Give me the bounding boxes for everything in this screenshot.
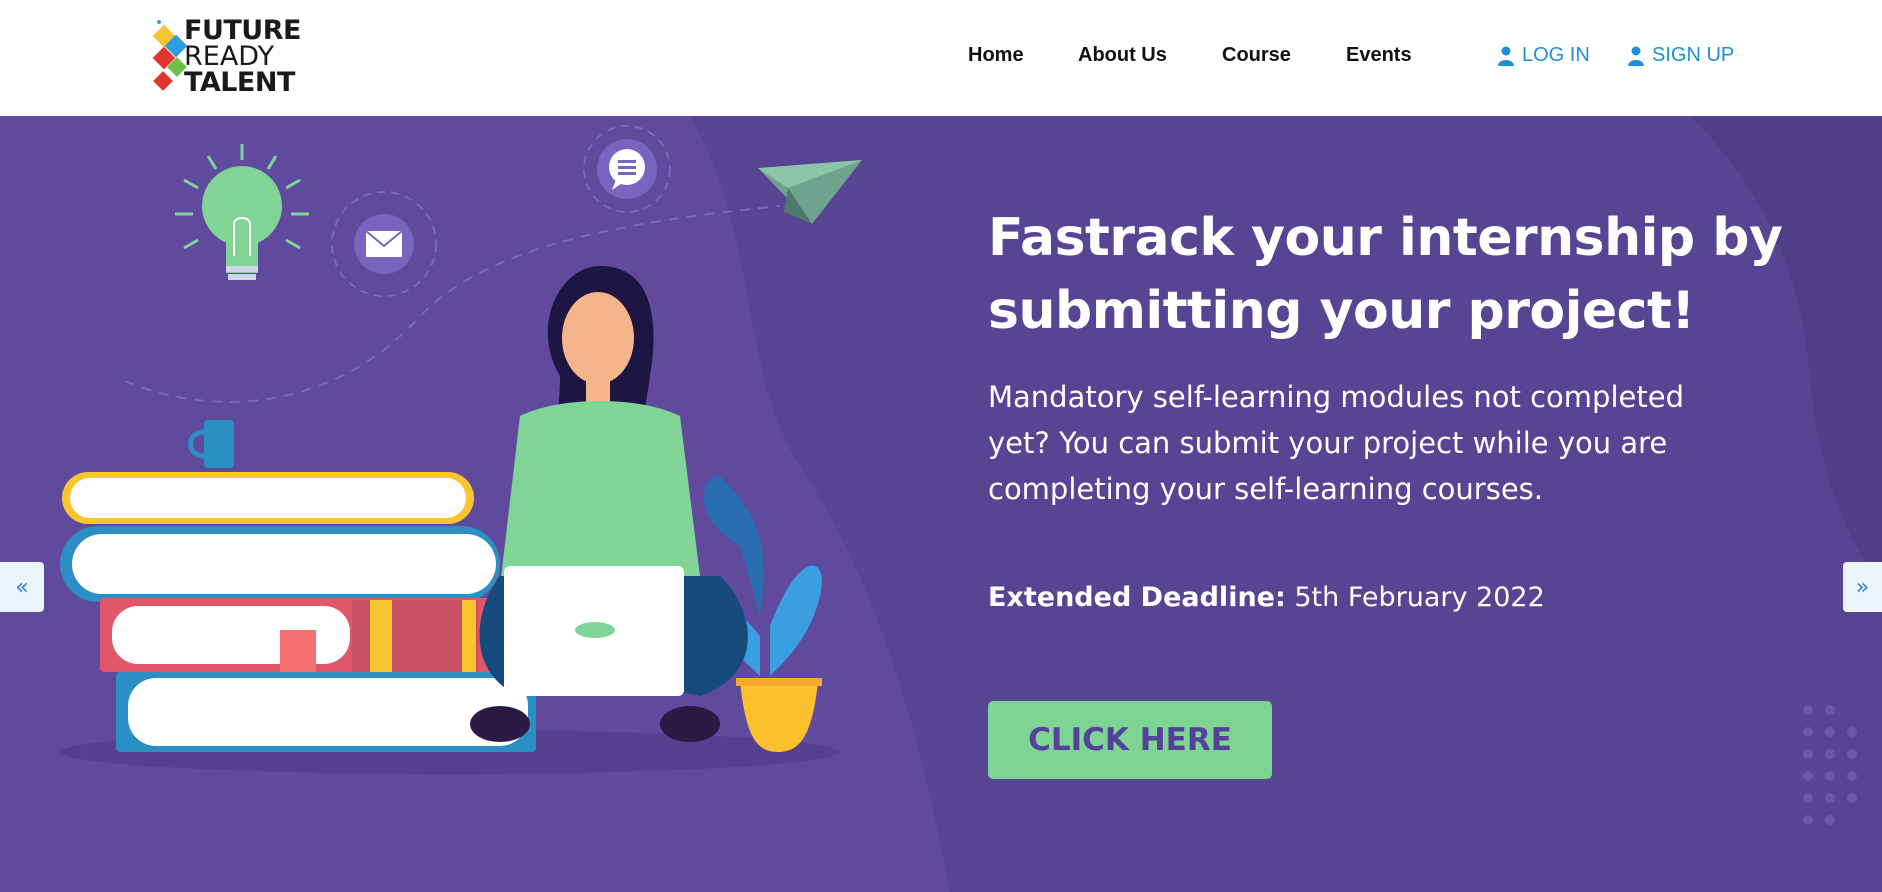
login-link[interactable]: LOG IN	[1498, 44, 1590, 67]
hero-subtext: Mandatory self-learning modules not comp…	[988, 374, 1788, 512]
deadline-value: 5th February 2022	[1294, 582, 1545, 613]
carousel-next-button[interactable]: »	[1843, 562, 1882, 612]
hero-headline-line-1: Fastrack your internship by	[988, 208, 1783, 268]
click-here-button[interactable]: CLICK HERE	[988, 701, 1272, 779]
hero-subtext-line-1: Mandatory self-learning modules not comp…	[988, 380, 1684, 414]
logo-line-talent: TALENT	[184, 67, 295, 98]
site-header: FUTURE READY TALENT Home About Us Course…	[0, 0, 1882, 116]
nav-course[interactable]: Course	[1222, 44, 1291, 67]
hero-banner: Fastrack your internship by submitting y…	[0, 116, 1882, 892]
hero-subtext-line-3: completing your self-learning courses.	[988, 472, 1543, 506]
logo[interactable]: FUTURE READY TALENT	[150, 16, 301, 100]
login-label: LOG IN	[1522, 44, 1590, 66]
carousel-prev-button[interactable]: «	[0, 562, 44, 612]
nav-events[interactable]: Events	[1346, 44, 1412, 67]
book-stack	[60, 472, 536, 752]
nav-home[interactable]: Home	[968, 44, 1024, 67]
hero-headline-line-2: submitting your project!	[988, 281, 1695, 341]
signup-label: SIGN UP	[1652, 44, 1735, 66]
hero-headline: Fastrack your internship by submitting y…	[988, 202, 1788, 348]
user-icon	[1628, 46, 1644, 66]
mug-icon	[204, 420, 234, 468]
signup-link[interactable]: SIGN UP	[1628, 44, 1734, 67]
hero-subtext-line-2: yet? You can submit your project while y…	[988, 426, 1668, 460]
user-icon	[1498, 46, 1514, 66]
deadline-text: Extended Deadline: 5th February 2022	[988, 582, 1545, 613]
nav-about-us[interactable]: About Us	[1078, 44, 1167, 67]
deadline-label: Extended Deadline:	[988, 582, 1286, 613]
